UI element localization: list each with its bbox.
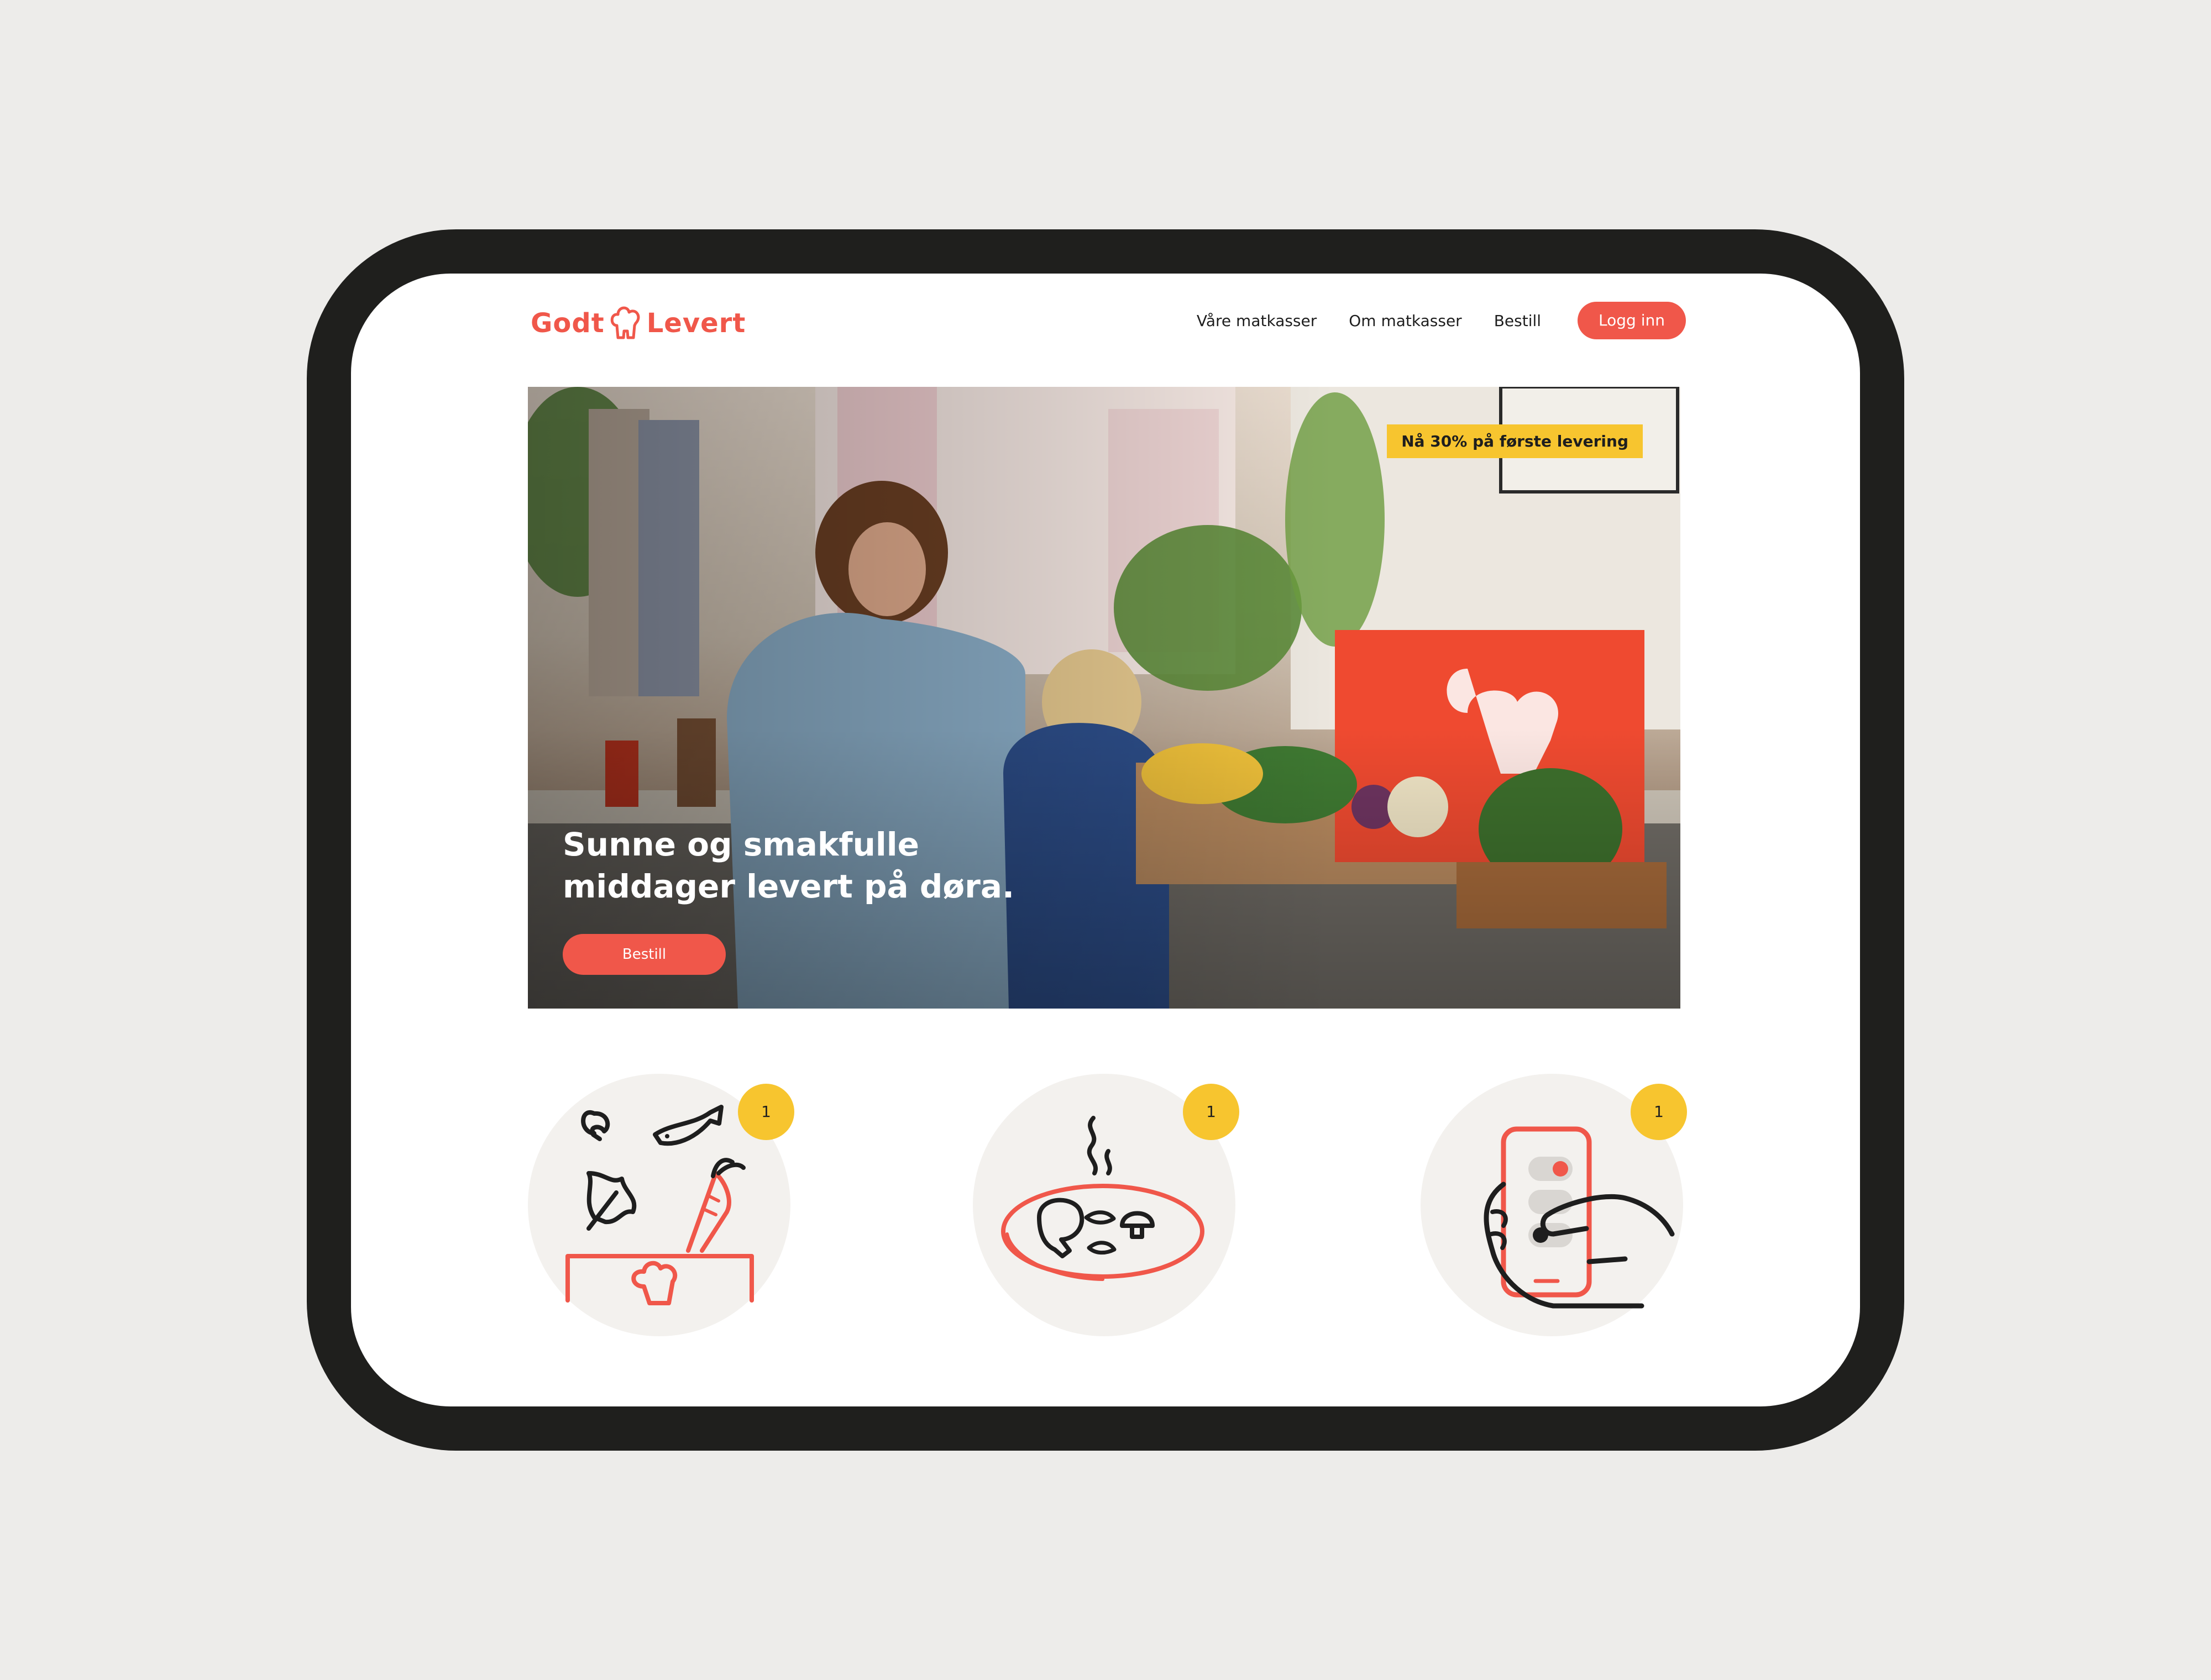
main-nav: Våre matkasser Om matkasser Bestill Logg… <box>1197 301 1686 340</box>
step-badge: 1 <box>1631 1084 1687 1140</box>
brand-name-part1: Godt <box>531 308 605 339</box>
nav-item-vare-matkasser[interactable]: Våre matkasser <box>1197 312 1317 330</box>
login-button[interactable]: Logg inn <box>1578 302 1686 339</box>
step-order: 1 <box>1421 1074 1687 1336</box>
chef-hat-icon <box>610 306 640 339</box>
hero-headline-line2: middager levert på døra. <box>563 868 1015 905</box>
order-button[interactable]: Bestill <box>563 934 726 975</box>
nav-item-om-matkasser[interactable]: Om matkasser <box>1349 312 1461 330</box>
brand-logo[interactable]: Godt Levert <box>531 298 746 348</box>
brand-name-part2: Levert <box>646 308 746 339</box>
step-ingredients: 1 <box>528 1074 794 1336</box>
nav-item-bestill[interactable]: Bestill <box>1494 312 1541 330</box>
website-screen: Godt Levert Våre matkasser Om matkasser … <box>351 274 1860 1406</box>
step-cooking: 1 <box>973 1074 1239 1336</box>
step-badge: 1 <box>1183 1084 1239 1140</box>
hero-headline-line1: Sunne og smakfulle <box>563 826 920 863</box>
hero-banner: Nå 30% på første levering Sunne og smakf… <box>528 387 1680 1009</box>
promo-badge[interactable]: Nå 30% på første levering <box>1387 424 1643 458</box>
hero-overlay <box>528 387 1680 1009</box>
step-badge: 1 <box>738 1084 794 1140</box>
hero-headline: Sunne og smakfulle middager levert på dø… <box>563 823 1060 907</box>
